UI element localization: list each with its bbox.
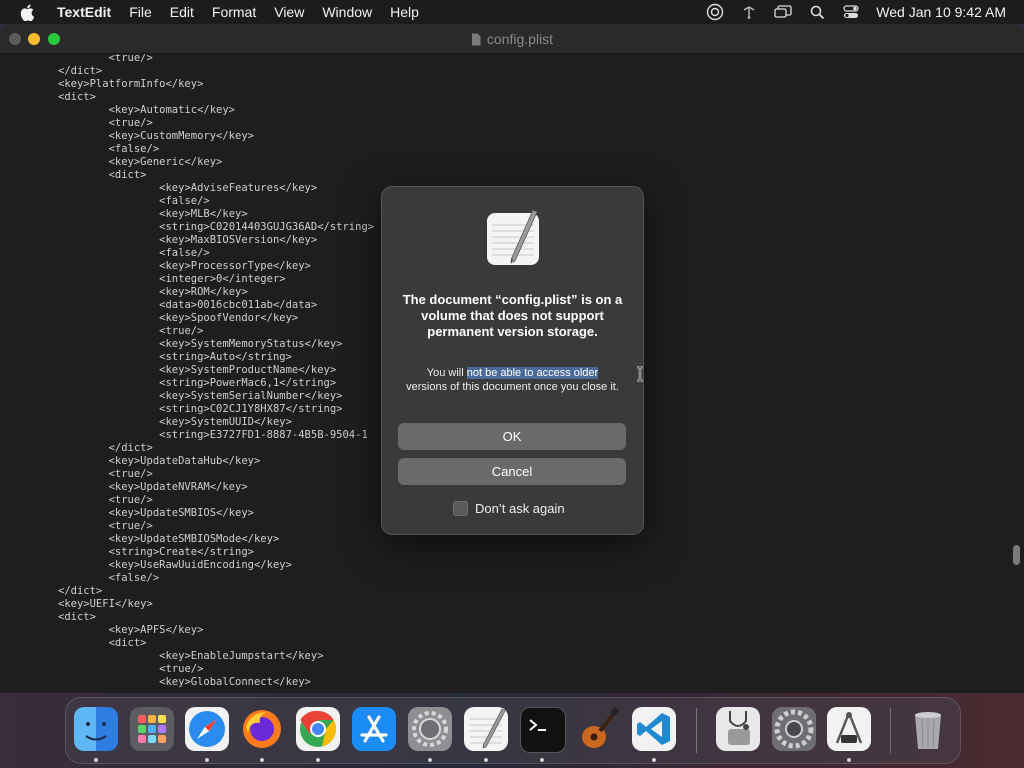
dont-ask-again-label[interactable]: Don’t ask again bbox=[475, 501, 565, 516]
dock-separator bbox=[696, 708, 697, 753]
vertical-scrollbar[interactable] bbox=[1013, 545, 1020, 565]
menu-file[interactable]: File bbox=[120, 4, 161, 20]
launchpad-dock-icon[interactable] bbox=[130, 707, 174, 751]
chrome-running-indicator bbox=[316, 758, 320, 762]
vscode-dock-icon[interactable] bbox=[632, 707, 676, 751]
menu-clock[interactable]: Wed Jan 10 9:42 AM bbox=[876, 4, 1006, 20]
menu-bar: TextEdit File Edit Format View Window He… bbox=[0, 0, 1024, 24]
text-cursor-icon bbox=[637, 366, 643, 382]
dont-ask-again-checkbox[interactable] bbox=[453, 501, 468, 516]
document-icon bbox=[471, 33, 481, 45]
status-menu-icon[interactable] bbox=[705, 2, 725, 22]
cancel-button[interactable]: Cancel bbox=[398, 458, 626, 485]
chrome-dock-icon[interactable] bbox=[296, 707, 340, 751]
spotlight-search-icon[interactable] bbox=[807, 2, 827, 22]
apple-menu-icon[interactable] bbox=[18, 3, 36, 21]
dock-separator-trash bbox=[890, 708, 891, 753]
menu-view[interactable]: View bbox=[265, 4, 313, 20]
window-titlebar[interactable]: config.plist bbox=[0, 25, 1024, 54]
alert-title: The document “config.plist” is on a volu… bbox=[402, 292, 623, 339]
version-storage-alert: The document “config.plist” is on a volu… bbox=[381, 186, 644, 535]
ok-button[interactable]: OK bbox=[398, 423, 626, 450]
firefox-dock-icon[interactable] bbox=[240, 707, 284, 751]
trash-dock-icon[interactable] bbox=[906, 707, 950, 751]
terminal-dock-icon[interactable] bbox=[520, 707, 566, 753]
dont-ask-again-row[interactable]: Don’t ask again bbox=[453, 501, 565, 516]
garageband-dock-icon[interactable] bbox=[576, 706, 620, 751]
alert-message: You will not be able to access older ver… bbox=[406, 366, 619, 394]
finder-dock-icon[interactable] bbox=[74, 707, 118, 751]
app-store-dock-icon[interactable] bbox=[352, 707, 396, 751]
instruments-dock-icon[interactable] bbox=[827, 707, 871, 751]
alert-message-end: versions of this document once you close… bbox=[406, 381, 619, 393]
textedit-dock-icon[interactable] bbox=[464, 707, 508, 751]
alert-message-selection[interactable]: not be able to access older bbox=[466, 367, 599, 379]
menu-app-name[interactable]: TextEdit bbox=[48, 4, 120, 20]
system-preferences-running-indicator bbox=[428, 758, 432, 762]
disk-utility-dock-icon[interactable] bbox=[716, 707, 760, 751]
instruments-running-indicator bbox=[847, 758, 851, 762]
finder-running-indicator bbox=[94, 758, 98, 762]
textedit-app-icon bbox=[487, 209, 539, 265]
vscode-running-indicator bbox=[652, 758, 656, 762]
menu-edit[interactable]: Edit bbox=[161, 4, 203, 20]
menu-format[interactable]: Format bbox=[203, 4, 265, 20]
menu-help[interactable]: Help bbox=[381, 4, 428, 20]
textedit-running-indicator bbox=[484, 758, 488, 762]
dock bbox=[65, 697, 961, 764]
screen-mirroring-icon[interactable] bbox=[773, 2, 793, 22]
firefox-running-indicator bbox=[260, 758, 264, 762]
terminal-running-indicator bbox=[540, 758, 544, 762]
wifi-icon[interactable] bbox=[739, 2, 759, 22]
control-center-icon[interactable] bbox=[841, 2, 861, 22]
safari-dock-icon[interactable] bbox=[185, 707, 229, 751]
window-title: config.plist bbox=[486, 31, 554, 47]
alert-message-start: You will bbox=[426, 367, 467, 379]
system-preferences-dock-icon[interactable] bbox=[408, 707, 452, 751]
menu-window[interactable]: Window bbox=[313, 4, 381, 20]
system-settings-dock-icon[interactable] bbox=[772, 707, 816, 751]
safari-running-indicator bbox=[205, 758, 209, 762]
